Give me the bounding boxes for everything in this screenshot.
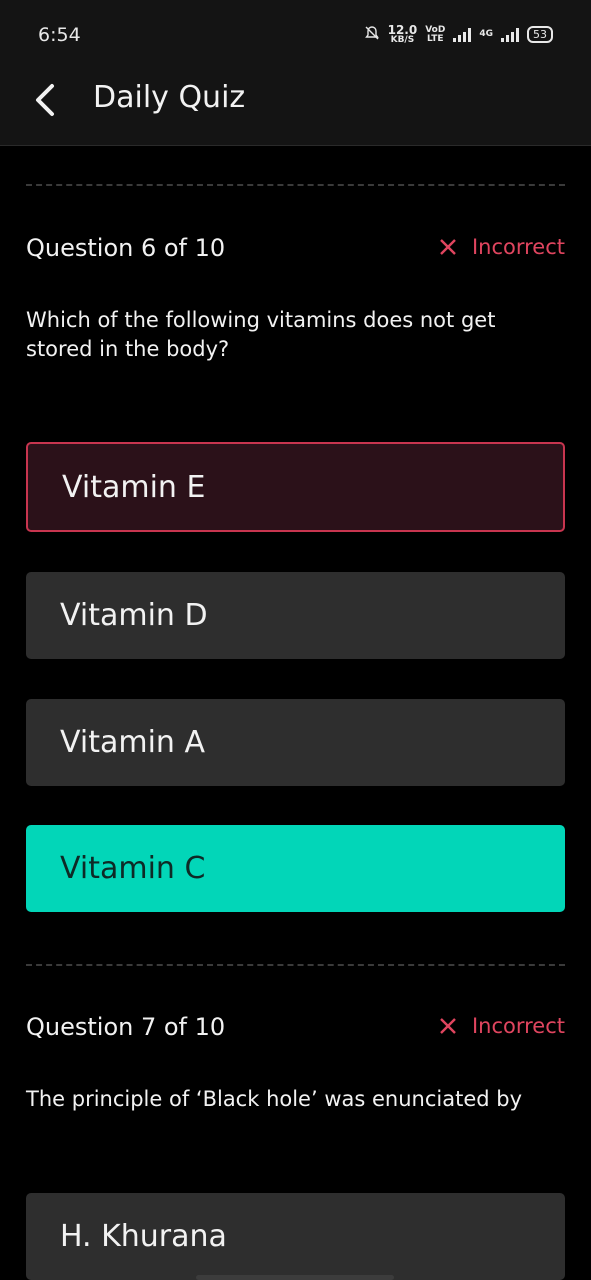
- section-divider: [26, 184, 565, 186]
- signal-icon: [501, 27, 519, 42]
- question-number: Question 6 of 10: [26, 234, 226, 262]
- option-label: H. Khurana: [60, 1219, 227, 1254]
- status-bar: 6:54 12.0 KB/S VoD LTE 4G 53: [0, 0, 591, 72]
- answer-option[interactable]: Vitamin A: [26, 699, 565, 786]
- battery-indicator: 53: [527, 26, 553, 43]
- network-type: 4G: [479, 29, 493, 39]
- home-indicator: [196, 1275, 394, 1280]
- mute-bell-icon: [364, 25, 380, 45]
- section-divider: [26, 964, 565, 966]
- app-header: Daily Quiz: [0, 72, 591, 146]
- status-label: Incorrect: [471, 1014, 565, 1038]
- question-header: Question 7 of 10 Incorrect: [26, 1013, 565, 1047]
- option-label: Vitamin C: [60, 851, 206, 886]
- status-icons: 12.0 KB/S VoD LTE 4G 53: [364, 24, 553, 45]
- incorrect-x-icon: [440, 239, 456, 255]
- signal-icon: [453, 27, 472, 42]
- status-badge: Incorrect: [438, 235, 565, 259]
- page-title: Daily Quiz: [93, 80, 246, 115]
- incorrect-x-icon: [440, 1018, 456, 1034]
- carrier-label: VoD LTE: [425, 24, 446, 44]
- option-label: Vitamin A: [60, 725, 205, 760]
- option-label: Vitamin E: [62, 469, 206, 505]
- answer-option[interactable]: H. Khurana: [26, 1193, 565, 1280]
- question-text: The principle of ‘Black hole’ was enunci…: [26, 1087, 523, 1111]
- question-text: Which of the following vitamins does not…: [26, 308, 496, 361]
- status-time: 6:54: [38, 24, 81, 46]
- back-button[interactable]: [26, 80, 72, 120]
- question-header: Question 6 of 10 Incorrect: [26, 234, 565, 268]
- question-number: Question 7 of 10: [26, 1013, 226, 1041]
- answer-option[interactable]: Vitamin D: [26, 572, 565, 659]
- status-badge: Incorrect: [438, 1014, 565, 1038]
- back-arrow-icon: [36, 84, 54, 116]
- net-speed: 12.0 KB/S: [387, 23, 418, 45]
- status-label: Incorrect: [471, 235, 565, 259]
- option-label: Vitamin D: [60, 598, 208, 633]
- answer-option-correct[interactable]: Vitamin C: [26, 825, 565, 912]
- answer-option-selected-wrong[interactable]: Vitamin E: [26, 442, 565, 532]
